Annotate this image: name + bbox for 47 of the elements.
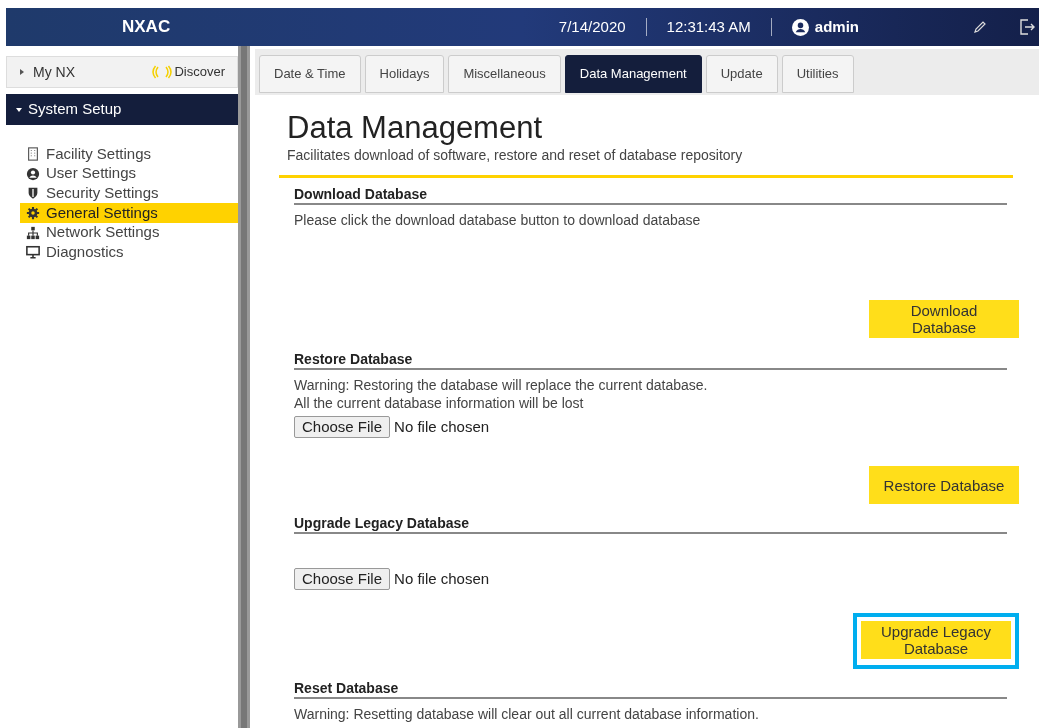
tab[interactable]: Utilities (781, 55, 854, 93)
tab[interactable]: Data Management (564, 55, 702, 93)
sidebar-item[interactable]: User Settings (20, 163, 238, 184)
description-text: Warning: Restoring the database will replace the current database. (294, 376, 709, 394)
sidebar-item[interactable]: Diagnostics (20, 242, 238, 263)
my-nx-link[interactable]: My NX (33, 61, 75, 83)
sidebar-item[interactable]: Network Settings (20, 222, 238, 243)
tab[interactable]: Holidays (364, 55, 445, 93)
monitor-icon (26, 245, 40, 260)
description-text: All the current database information will be lost (294, 394, 585, 412)
action-button[interactable]: Upgrade Legacy Database (861, 621, 1011, 659)
tab[interactable]: Date & Time (259, 55, 361, 93)
logout-icon[interactable] (1019, 18, 1035, 36)
section-title: Download Database (294, 185, 429, 203)
splitter-handle[interactable] (238, 46, 250, 728)
choose-file-button[interactable]: Choose File (294, 416, 391, 438)
signal-icon (152, 65, 173, 79)
section-title: Upgrade Legacy Database (294, 514, 471, 532)
description-text: Please click the download database button to download database (294, 211, 702, 229)
gear-icon (26, 205, 40, 220)
choose-file-button[interactable]: Choose File (294, 568, 391, 590)
building-icon (26, 146, 40, 161)
system-setup-header[interactable]: System Setup (6, 94, 238, 125)
user-icon (791, 18, 809, 36)
date-text: 7/14/2020 (558, 16, 626, 37)
page-title: Data Management (287, 111, 544, 145)
pencil-icon[interactable] (973, 20, 987, 34)
file-status-text: No file chosen (394, 570, 490, 588)
action-button[interactable]: Restore Database (869, 466, 1019, 504)
tab[interactable]: Update (705, 55, 778, 93)
sidebar-item[interactable]: Facility Settings (20, 144, 238, 164)
sidebar-item[interactable]: General Settings (20, 203, 238, 223)
shield-icon (26, 186, 40, 201)
action-button[interactable]: Download Database (869, 300, 1019, 338)
app-name: NXAC (122, 16, 171, 39)
file-status-text: No file chosen (394, 418, 490, 436)
time-text: 12:31:43 AM (666, 16, 751, 37)
tab[interactable]: Miscellaneous (448, 55, 561, 93)
user-name[interactable]: admin (814, 15, 859, 39)
discover-link[interactable]: Discover (174, 62, 225, 82)
page-subtitle: Facilitates download of software, restore and reset of database repository (287, 146, 744, 165)
user-icon (26, 166, 40, 181)
section-title: Restore Database (294, 350, 414, 368)
sidebar-item[interactable]: Security Settings (20, 183, 238, 204)
description-text: Warning: Resetting database will clear out all current database information. (294, 705, 760, 723)
network-icon (26, 225, 40, 240)
section-title: Reset Database (294, 679, 400, 697)
